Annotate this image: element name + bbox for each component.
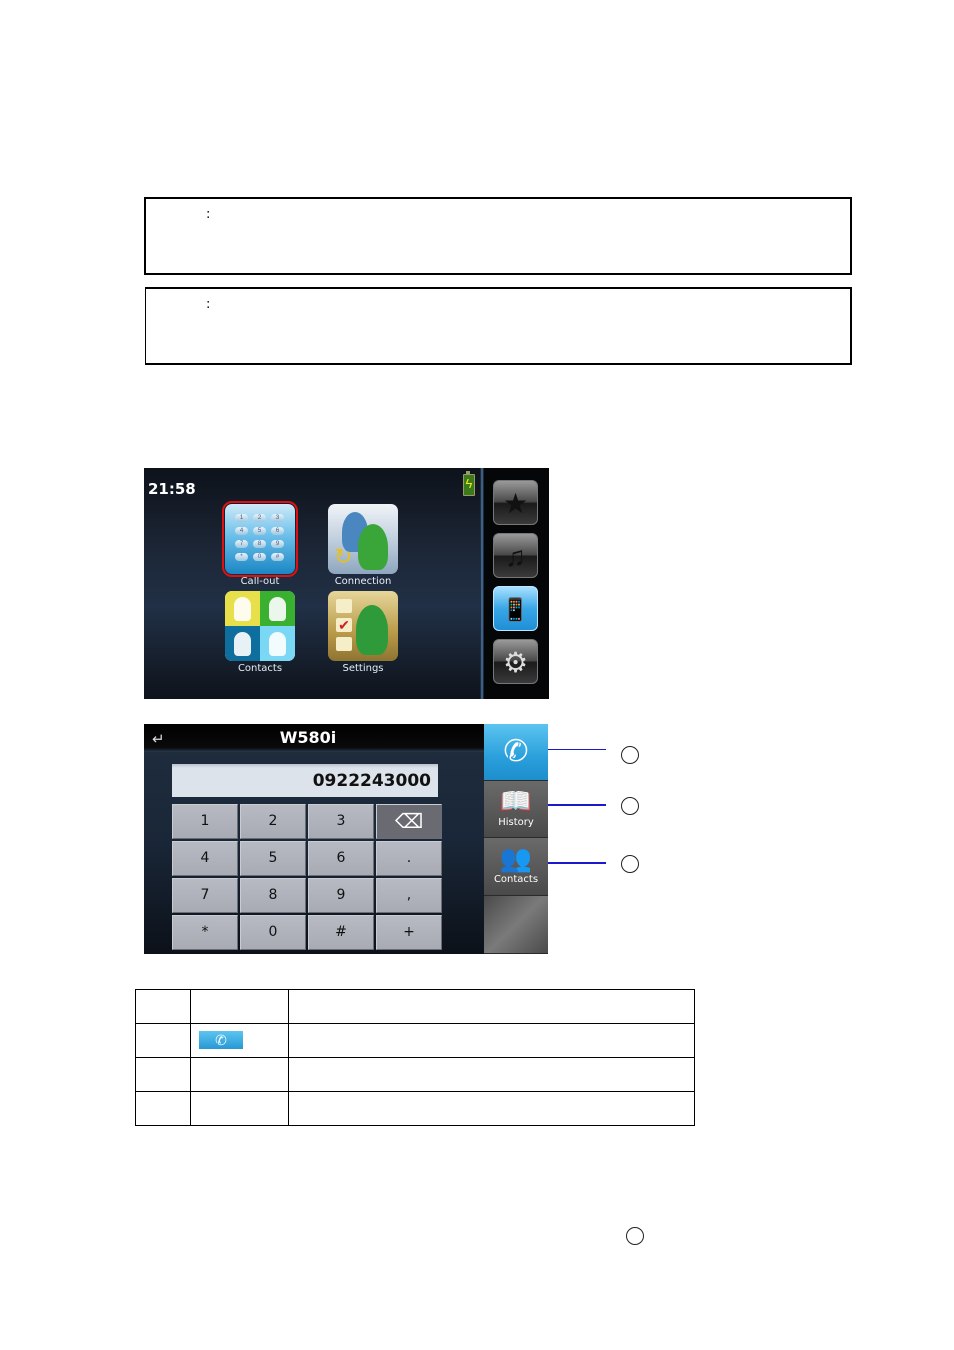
icon-cell: ✆ (190, 1023, 289, 1058)
desc-cell (288, 989, 695, 1024)
settings-icon: ✔ (328, 591, 398, 661)
backspace-icon[interactable]: ⌫ (376, 804, 442, 839)
legend-table: ✆ (135, 989, 695, 1126)
app-label: Settings (342, 663, 384, 674)
dialer-screenshot: ↵ W580i 0922243000 1 2 3 ⌫ 4 5 6 . 7 8 9… (144, 724, 548, 954)
keypad: 1 2 3 ⌫ 4 5 6 . 7 8 9 , * 0 # + (172, 804, 442, 950)
contacts-label: Contacts (493, 874, 539, 885)
title-bar: ↵ W580i (144, 724, 484, 752)
contacts-icon (225, 591, 295, 661)
callout-line-1 (548, 749, 606, 750)
connection-icon: ↻ (328, 504, 398, 574)
callout-marker-2 (621, 797, 639, 815)
num-cell (135, 1057, 191, 1092)
people-icon: 👥 (499, 843, 533, 873)
desc-cell (288, 1091, 695, 1126)
key-6[interactable]: 6 (308, 841, 374, 876)
num-cell (135, 1091, 191, 1126)
desc-cell (288, 1057, 695, 1092)
key-plus[interactable]: + (376, 915, 442, 950)
key-2[interactable]: 2 (240, 804, 306, 839)
icon-cell (190, 1091, 289, 1126)
empty-slot (484, 896, 548, 954)
clock: 21:58 (148, 480, 196, 498)
app-call-out[interactable]: 1 2 3 4 5 6 7 8 9 * 0 # Call-out (222, 501, 298, 587)
app-label: Connection (334, 576, 392, 587)
key-hash[interactable]: # (308, 915, 374, 950)
num-cell (135, 989, 191, 1024)
key-5[interactable]: 5 (240, 841, 306, 876)
callout-line-2 (548, 804, 606, 806)
app-settings[interactable]: ✔ Settings (328, 591, 398, 674)
icon-cell (190, 989, 289, 1024)
book-icon: 📖 (499, 786, 533, 816)
device-name: W580i (279, 728, 337, 747)
number-display[interactable]: 0922243000 (172, 764, 438, 797)
callout-marker-4 (626, 1227, 644, 1245)
call-button[interactable]: ✆ (484, 724, 548, 781)
dialer-side-menu: ✆ 📖 History 👥 Contacts (484, 724, 548, 954)
history-button[interactable]: 📖 History (484, 781, 548, 838)
key-comma[interactable]: , (376, 878, 442, 913)
callout-line-3 (548, 862, 606, 864)
favorites-star-icon[interactable]: ★ (493, 480, 538, 525)
callout-marker-1 (621, 746, 639, 764)
phone-handset-icon: ✆ (503, 735, 529, 768)
key-3[interactable]: 3 (308, 804, 374, 839)
note-marker: : (206, 207, 211, 222)
note-marker: : (206, 297, 211, 312)
note-box-2: : (145, 287, 852, 365)
app-label: Contacts (237, 663, 283, 674)
system-settings-icon[interactable]: ⚙ (493, 639, 538, 684)
table-row (135, 989, 695, 1024)
app-connection[interactable]: ↻ Connection (328, 504, 398, 587)
charging-battery-icon: ϟ (463, 471, 475, 496)
contacts-button[interactable]: 👥 Contacts (484, 838, 548, 896)
key-7[interactable]: 7 (172, 878, 238, 913)
history-label: History (498, 817, 534, 828)
call-button-icon: ✆ (199, 1031, 243, 1049)
table-row (135, 1057, 695, 1092)
side-menu: ★ ♫ 📱 ⚙ (484, 468, 549, 699)
bluetooth-phone-icon[interactable]: 📱 (493, 586, 538, 631)
key-period[interactable]: . (376, 841, 442, 876)
table-row (135, 1091, 695, 1126)
key-8[interactable]: 8 (240, 878, 306, 913)
key-9[interactable]: 9 (308, 878, 374, 913)
keypad-icon: 1 2 3 4 5 6 7 8 9 * 0 # (222, 501, 298, 577)
key-0[interactable]: 0 (240, 915, 306, 950)
desc-cell (288, 1023, 695, 1058)
app-label: Call-out (240, 576, 280, 587)
note-box-1: : (144, 197, 852, 275)
icon-cell (190, 1057, 289, 1092)
callout-marker-3 (621, 855, 639, 873)
key-star[interactable]: * (172, 915, 238, 950)
num-cell (135, 1023, 191, 1058)
app-contacts[interactable]: Contacts (225, 591, 295, 674)
key-4[interactable]: 4 (172, 841, 238, 876)
key-1[interactable]: 1 (172, 804, 238, 839)
home-screen-screenshot: 21:58 ϟ 1 2 3 4 5 6 7 8 9 * 0 # Call-out… (144, 468, 549, 699)
media-icon[interactable]: ♫ (493, 533, 538, 578)
table-row: ✆ (135, 1023, 695, 1058)
